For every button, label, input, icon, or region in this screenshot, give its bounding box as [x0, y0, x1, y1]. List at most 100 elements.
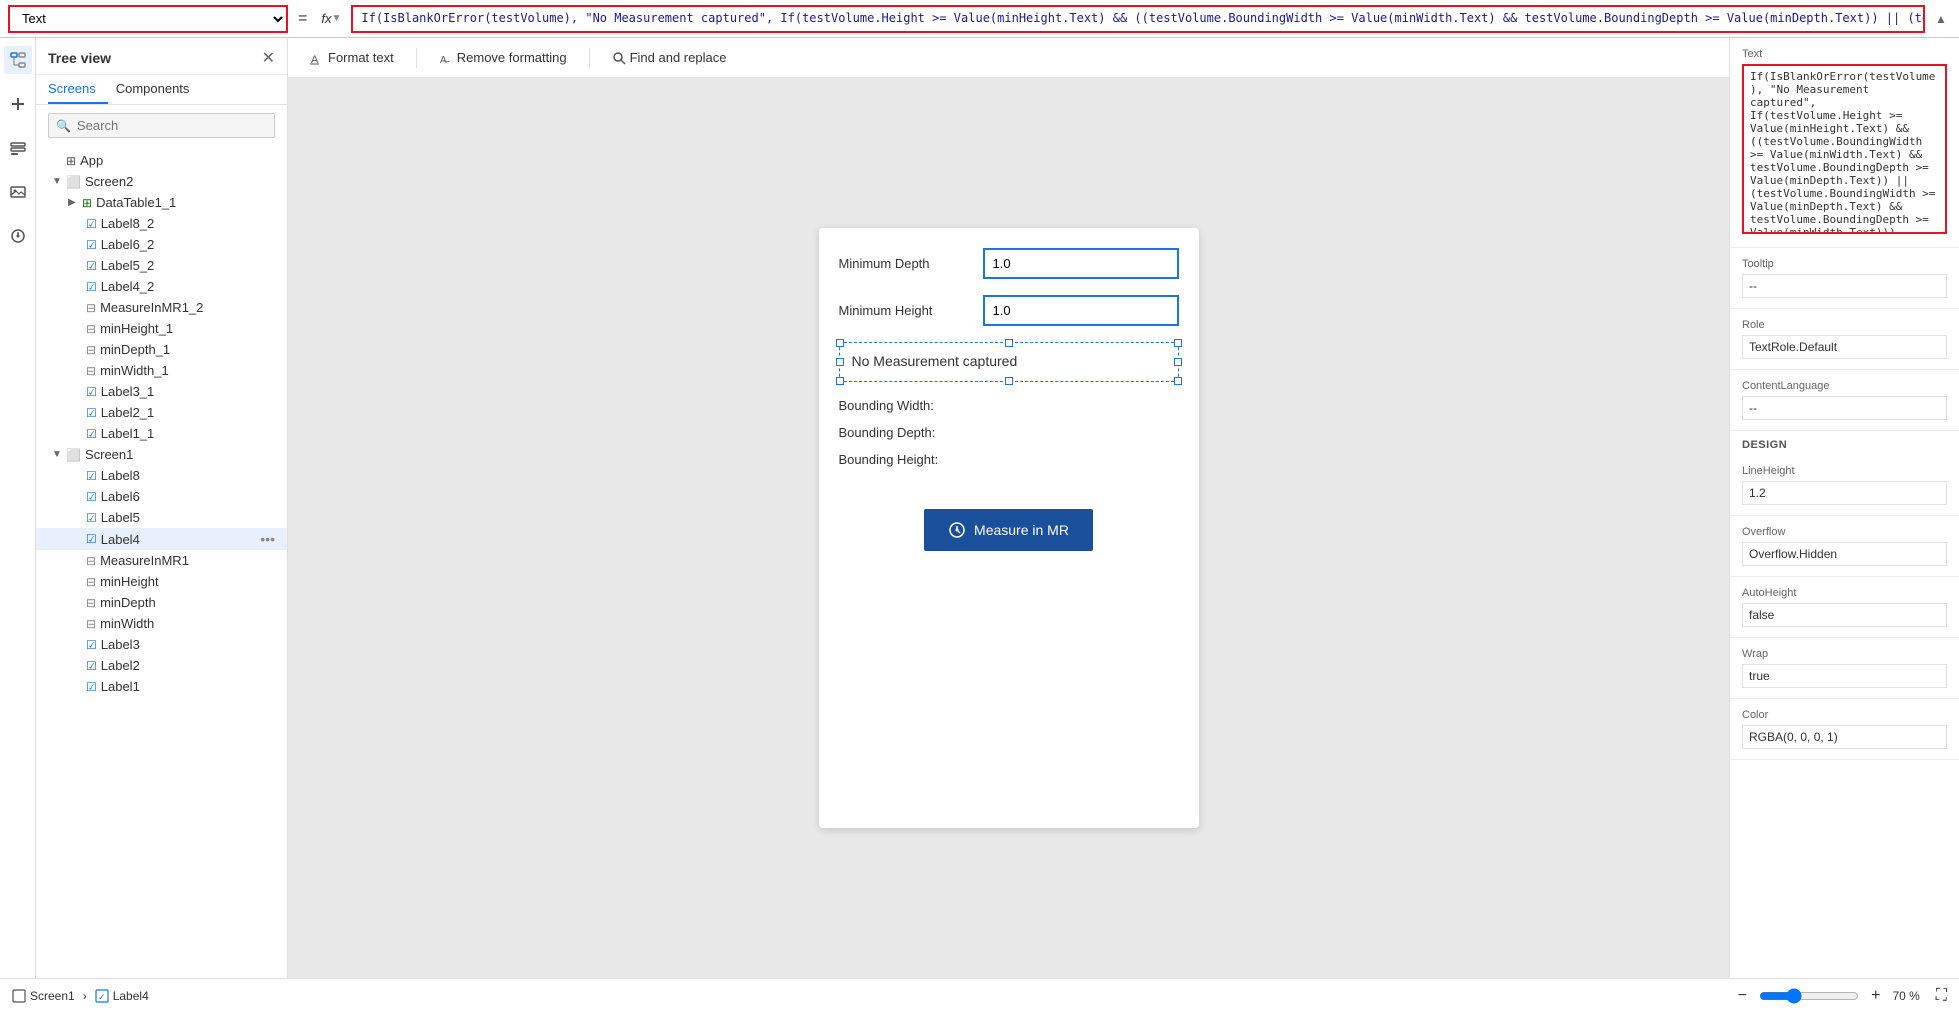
tree-title: Tree view	[48, 50, 111, 66]
text-prop-textarea[interactable]: If(IsBlankOrError(testVolume), "No Measu…	[1742, 64, 1947, 234]
wrap-section: Wrap	[1730, 638, 1959, 699]
status-bar-right: − + 70 % ⛶	[1734, 987, 1947, 1005]
tooltip-section: Tooltip	[1730, 248, 1959, 309]
tree-item-label1-1[interactable]: ☑ Label1_1	[36, 423, 287, 444]
handle-bl[interactable]	[836, 377, 844, 385]
handle-ml[interactable]	[836, 358, 844, 366]
content-language-section: ContentLanguage	[1730, 370, 1959, 431]
tree-header: Tree view ✕	[36, 38, 287, 75]
tooltip-input[interactable]	[1742, 274, 1947, 298]
auto-height-label: AutoHeight	[1742, 587, 1947, 599]
status-label-name: Label4	[113, 989, 149, 1003]
nav-data-icon[interactable]	[4, 134, 32, 162]
status-screen-name: Screen1	[30, 989, 75, 1003]
toolbar-divider-1	[416, 48, 417, 68]
nav-controls-icon[interactable]	[4, 222, 32, 250]
formula-expand-icon[interactable]: ▲	[1931, 12, 1951, 26]
role-input[interactable]	[1742, 335, 1947, 359]
label4-text: No Measurement captured	[852, 353, 1018, 369]
canvas-area: A Format text A̶ Remove formatting Find …	[288, 38, 1729, 978]
breadcrumb-screen: Screen1	[12, 989, 75, 1003]
content-language-label: ContentLanguage	[1742, 380, 1947, 392]
bounding-depth-row: Bounding Depth:	[839, 425, 1179, 440]
tree-item-screen1[interactable]: ▼ ⬜ Screen1	[36, 444, 287, 465]
wrap-input[interactable]	[1742, 664, 1947, 688]
format-text-button[interactable]: A Format text	[304, 47, 400, 68]
tree-close-icon[interactable]: ✕	[262, 48, 275, 68]
handle-tr[interactable]	[1174, 339, 1182, 347]
nav-insert-icon[interactable]	[4, 90, 32, 118]
color-section: Color	[1730, 699, 1959, 760]
color-input[interactable]	[1742, 725, 1947, 749]
svg-text:A: A	[311, 54, 319, 65]
tree-item-minwidth1[interactable]: ⊟ minWidth_1	[36, 360, 287, 381]
tree-item-label6-2[interactable]: ☑ Label6_2	[36, 234, 287, 255]
fullscreen-icon[interactable]: ⛶	[1936, 987, 1947, 1005]
tree-item-datatable[interactable]: ▶ ⊞ DataTable1_1	[36, 192, 287, 213]
handle-tc[interactable]	[1005, 339, 1013, 347]
text-prop-label: Text	[1742, 48, 1947, 60]
tree-item-measureinmr1-2[interactable]: ⊟ MeasureInMR1_2	[36, 297, 287, 318]
handle-br[interactable]	[1174, 377, 1182, 385]
tab-screens[interactable]: Screens	[48, 75, 108, 104]
tree-item-label1[interactable]: ☑ Label1	[36, 676, 287, 697]
properties-panel: Text If(IsBlankOrError(testVolume), "No …	[1729, 38, 1959, 978]
tree-item-screen2[interactable]: ▼ ⬜ Screen2	[36, 171, 287, 192]
tree-item-mindepth[interactable]: ⊟ minDepth	[36, 592, 287, 613]
overflow-input[interactable]	[1742, 542, 1947, 566]
canvas-toolbar: A Format text A̶ Remove formatting Find …	[288, 38, 1729, 78]
tree-item-label8-2[interactable]: ☑ Label8_2	[36, 213, 287, 234]
auto-height-input[interactable]	[1742, 603, 1947, 627]
min-depth-label: Minimum Depth	[839, 256, 983, 271]
line-height-input[interactable]	[1742, 481, 1947, 505]
zoom-minus-button[interactable]: −	[1734, 987, 1751, 1005]
tree-item-label2-1[interactable]: ☑ Label2_1	[36, 402, 287, 423]
handle-tl[interactable]	[836, 339, 844, 347]
line-height-label: LineHeight	[1742, 465, 1947, 477]
find-replace-button[interactable]: Find and replace	[606, 47, 733, 68]
color-label: Color	[1742, 709, 1947, 721]
tree-item-label5-2[interactable]: ☑ Label5_2	[36, 255, 287, 276]
tree-item-measureinmr1[interactable]: ⊟ MeasureInMR1	[36, 550, 287, 571]
tree-item-label6[interactable]: ☑ Label6	[36, 486, 287, 507]
nav-tree-icon[interactable]	[4, 46, 32, 74]
tree-item-mindepth1[interactable]: ⊟ minDepth_1	[36, 339, 287, 360]
remove-formatting-button[interactable]: A̶ Remove formatting	[433, 47, 573, 68]
formula-expression[interactable]: If(IsBlankOrError(testVolume), "No Measu…	[351, 5, 1925, 33]
bounding-height-row: Bounding Height:	[839, 452, 1179, 467]
handle-bc[interactable]	[1005, 377, 1013, 385]
main-layout: Tree view ✕ Screens Components 🔍 ⊞ App	[0, 38, 1959, 978]
tooltip-label: Tooltip	[1742, 258, 1947, 270]
tree-item-label2[interactable]: ☑ Label2	[36, 655, 287, 676]
measure-button[interactable]: Measure in MR	[924, 509, 1093, 551]
role-label: Role	[1742, 319, 1947, 331]
search-input[interactable]	[48, 113, 275, 138]
bounding-width-row: Bounding Width:	[839, 398, 1179, 413]
min-height-input[interactable]	[983, 295, 1179, 326]
breadcrumb-separator: ›	[83, 989, 87, 1003]
min-depth-input[interactable]	[983, 248, 1179, 279]
tree-item-app[interactable]: ⊞ App	[36, 150, 287, 171]
content-language-input[interactable]	[1742, 396, 1947, 420]
tree-item-minheight[interactable]: ⊟ minHeight	[36, 571, 287, 592]
tree-item-label5[interactable]: ☑ Label5	[36, 507, 287, 528]
tree-item-minheight1[interactable]: ⊟ minHeight_1	[36, 318, 287, 339]
tab-components[interactable]: Components	[116, 75, 202, 104]
zoom-plus-button[interactable]: +	[1867, 987, 1884, 1005]
nav-media-icon[interactable]	[4, 178, 32, 206]
wrap-label: Wrap	[1742, 648, 1947, 660]
formula-select[interactable]: Text	[8, 5, 288, 33]
tree-item-label3[interactable]: ☑ Label3	[36, 634, 287, 655]
tree-item-label4[interactable]: ☑ Label4 •••	[36, 528, 287, 550]
tree-item-label3-1[interactable]: ☑ Label3_1	[36, 381, 287, 402]
zoom-slider[interactable]	[1759, 988, 1859, 1004]
tree-item-minwidth[interactable]: ⊟ minWidth	[36, 613, 287, 634]
tree-item-label4-2[interactable]: ☑ Label4_2	[36, 276, 287, 297]
handle-mr[interactable]	[1174, 358, 1182, 366]
canvas-viewport[interactable]: Minimum Depth Minimum Height	[288, 78, 1729, 978]
more-icon[interactable]: •••	[260, 531, 275, 547]
label4-box[interactable]: No Measurement captured	[839, 342, 1179, 382]
tree-search-wrapper: 🔍	[36, 105, 287, 146]
tree-item-label8[interactable]: ☑ Label8	[36, 465, 287, 486]
formula-fx: fx ▼	[317, 11, 345, 26]
